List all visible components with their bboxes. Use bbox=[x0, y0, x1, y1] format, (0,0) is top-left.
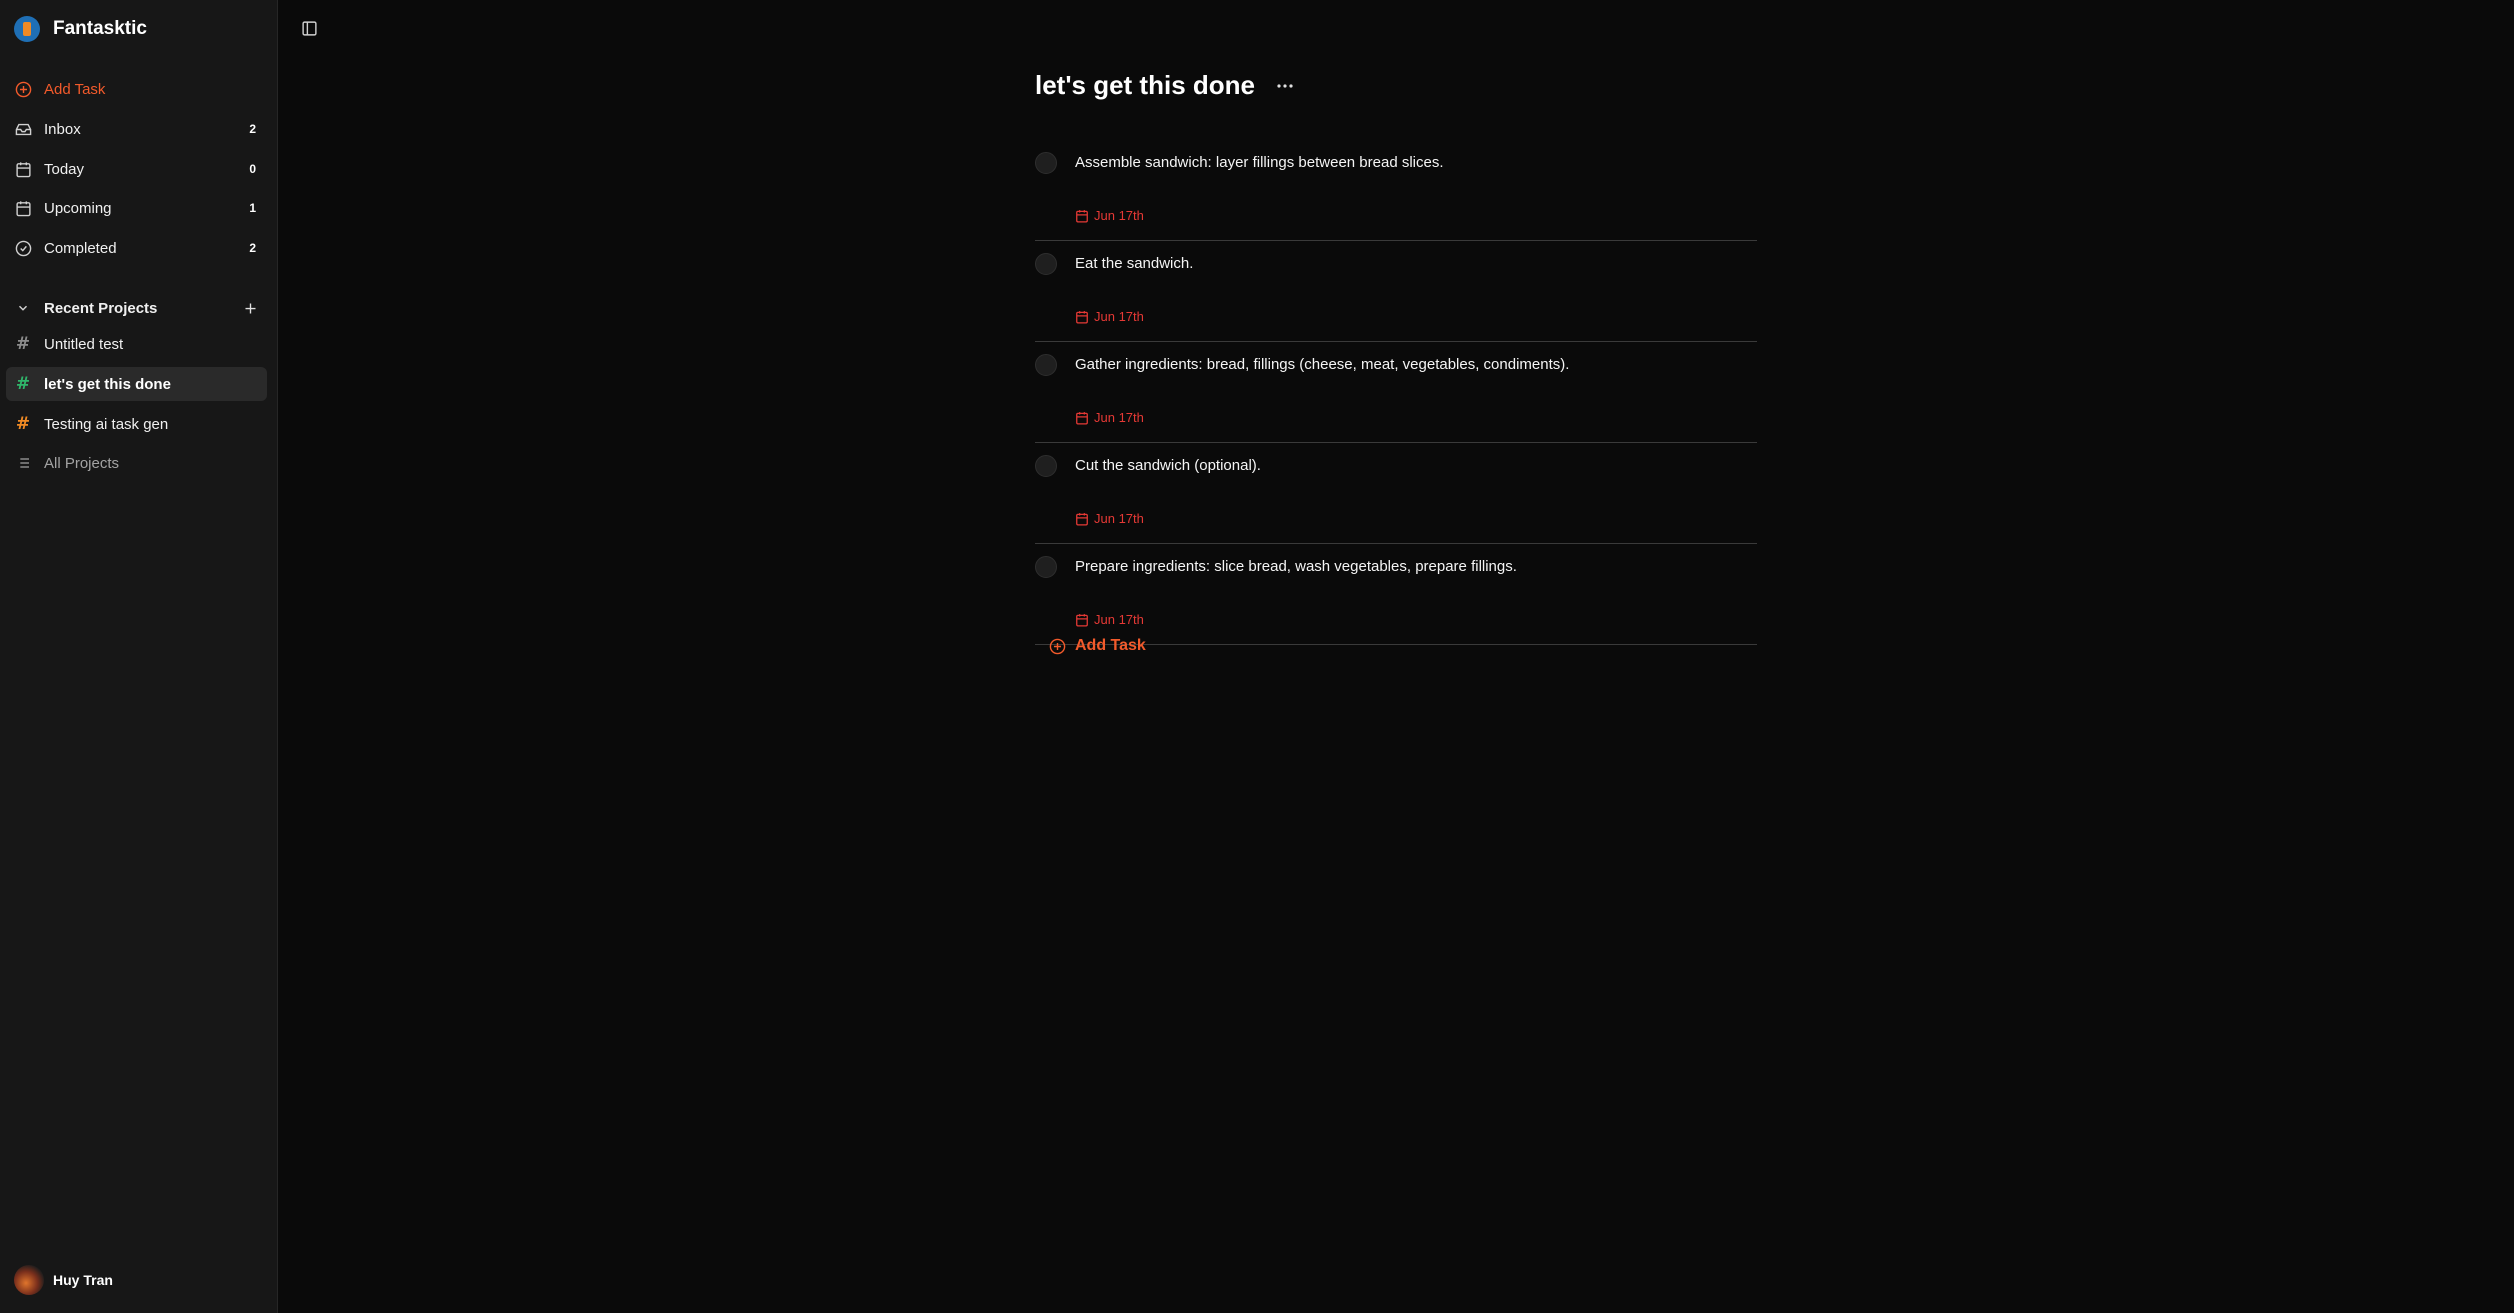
calendar-icon bbox=[1076, 512, 1088, 525]
task-checkbox[interactable] bbox=[1035, 253, 1057, 275]
task-row[interactable]: Cut the sandwich (optional). Jun 17th bbox=[1035, 443, 1757, 544]
recent-projects-label: Recent Projects bbox=[44, 299, 158, 317]
calendar-icon bbox=[1076, 411, 1088, 424]
sidebar-item-upcoming[interactable]: Upcoming 1 bbox=[6, 191, 267, 225]
brand[interactable]: Fantasktic bbox=[14, 16, 147, 42]
sidebar-item-today[interactable]: Today 0 bbox=[6, 152, 267, 186]
task-row[interactable]: Prepare ingredients: slice bread, wash v… bbox=[1035, 544, 1757, 645]
sidebar-item-count: 2 bbox=[249, 122, 256, 136]
sidebar-toggle-button[interactable] bbox=[300, 19, 318, 37]
task-title[interactable]: Gather ingredients: bread, fillings (che… bbox=[1075, 356, 1569, 373]
hash-icon: # bbox=[15, 334, 31, 354]
task-title[interactable]: Eat the sandwich. bbox=[1075, 255, 1193, 272]
add-task-label: Add Task bbox=[1075, 637, 1146, 654]
user-profile[interactable]: Huy Tran bbox=[14, 1265, 113, 1295]
chevron-down-icon[interactable] bbox=[13, 301, 33, 315]
task-due-label: Jun 17th bbox=[1094, 410, 1144, 425]
task-due-date: Jun 17th bbox=[1075, 511, 1144, 526]
calendar-grid-icon bbox=[13, 198, 33, 218]
task-title[interactable]: Assemble sandwich: layer fillings betwee… bbox=[1075, 154, 1444, 171]
sidebar-all-projects-label: All Projects bbox=[44, 454, 120, 472]
app-logo-icon bbox=[14, 16, 40, 42]
sidebar-add-task-label: Add Task bbox=[44, 80, 106, 98]
sidebar-item-count: 1 bbox=[249, 201, 256, 215]
add-project-icon[interactable] bbox=[241, 299, 259, 317]
add-task-button[interactable]: Add Task bbox=[1049, 637, 1146, 655]
task-row[interactable]: Gather ingredients: bread, fillings (che… bbox=[1035, 342, 1757, 443]
app-root: Fantasktic Add Task Inbox 2 Today 0 Upco… bbox=[0, 0, 2514, 1313]
task-due-label: Jun 17th bbox=[1094, 309, 1144, 324]
plus-circle-icon bbox=[13, 79, 33, 99]
hash-icon: # bbox=[15, 374, 31, 394]
calendar-icon bbox=[1076, 613, 1088, 626]
sidebar-item-count: 0 bbox=[249, 162, 256, 176]
sidebar-project-testing-ai-task-gen[interactable]: # Testing ai task gen bbox=[6, 407, 267, 441]
task-title[interactable]: Prepare ingredients: slice bread, wash v… bbox=[1075, 558, 1517, 575]
task-checkbox[interactable] bbox=[1035, 152, 1057, 174]
more-options-button[interactable] bbox=[1275, 76, 1295, 96]
inbox-icon bbox=[13, 119, 33, 139]
sidebar-item-label: Today bbox=[44, 160, 85, 178]
task-row[interactable]: Assemble sandwich: layer fillings betwee… bbox=[1035, 140, 1757, 241]
list-icon bbox=[13, 453, 33, 473]
sidebar-all-projects[interactable]: All Projects bbox=[6, 446, 267, 480]
task-due-label: Jun 17th bbox=[1094, 511, 1144, 526]
check-circle-icon bbox=[13, 238, 33, 258]
task-checkbox[interactable] bbox=[1035, 556, 1057, 578]
sidebar-project-label: let's get this done bbox=[44, 375, 171, 393]
calendar-icon bbox=[1076, 310, 1088, 323]
ellipsis-icon bbox=[1277, 83, 1293, 88]
calendar-icon bbox=[1076, 209, 1088, 222]
page-title: let's get this done bbox=[1035, 70, 1255, 100]
sidebar-item-label: Upcoming bbox=[44, 199, 112, 217]
sidebar-item-label: Completed bbox=[44, 239, 117, 257]
calendar-icon bbox=[13, 159, 33, 179]
sidebar-project-label: Testing ai task gen bbox=[44, 415, 169, 433]
task-row[interactable]: Eat the sandwich. Jun 17th bbox=[1035, 241, 1757, 342]
task-due-label: Jun 17th bbox=[1094, 612, 1144, 627]
sidebar: Fantasktic Add Task Inbox 2 Today 0 Upco… bbox=[0, 0, 278, 1313]
task-due-label: Jun 17th bbox=[1094, 208, 1144, 223]
user-name: Huy Tran bbox=[53, 1272, 113, 1288]
sidebar-item-inbox[interactable]: Inbox 2 bbox=[6, 112, 267, 146]
plus-circle-icon bbox=[1049, 638, 1066, 654]
panel-left-icon bbox=[301, 20, 317, 36]
task-due-date: Jun 17th bbox=[1075, 208, 1144, 223]
task-title[interactable]: Cut the sandwich (optional). bbox=[1075, 457, 1261, 474]
project-header: let's get this done bbox=[1035, 70, 1295, 101]
avatar bbox=[14, 1265, 44, 1295]
task-due-date: Jun 17th bbox=[1075, 410, 1144, 425]
sidebar-project-untitled-test[interactable]: # Untitled test bbox=[6, 327, 267, 361]
sidebar-add-task-button[interactable]: Add Task bbox=[6, 72, 267, 106]
sidebar-item-label: Inbox bbox=[44, 120, 81, 138]
hash-icon: # bbox=[15, 414, 31, 434]
recent-projects-header[interactable]: Recent Projects bbox=[6, 293, 267, 323]
task-due-date: Jun 17th bbox=[1075, 309, 1144, 324]
sidebar-item-completed[interactable]: Completed 2 bbox=[6, 231, 267, 265]
task-checkbox[interactable] bbox=[1035, 455, 1057, 477]
sidebar-project-label: Untitled test bbox=[44, 335, 124, 353]
task-due-date: Jun 17th bbox=[1075, 612, 1144, 627]
task-checkbox[interactable] bbox=[1035, 354, 1057, 376]
app-name: Fantasktic bbox=[53, 18, 147, 39]
sidebar-project-lets-get-this-done[interactable]: # let's get this done bbox=[6, 367, 267, 401]
sidebar-item-count: 2 bbox=[249, 241, 256, 255]
